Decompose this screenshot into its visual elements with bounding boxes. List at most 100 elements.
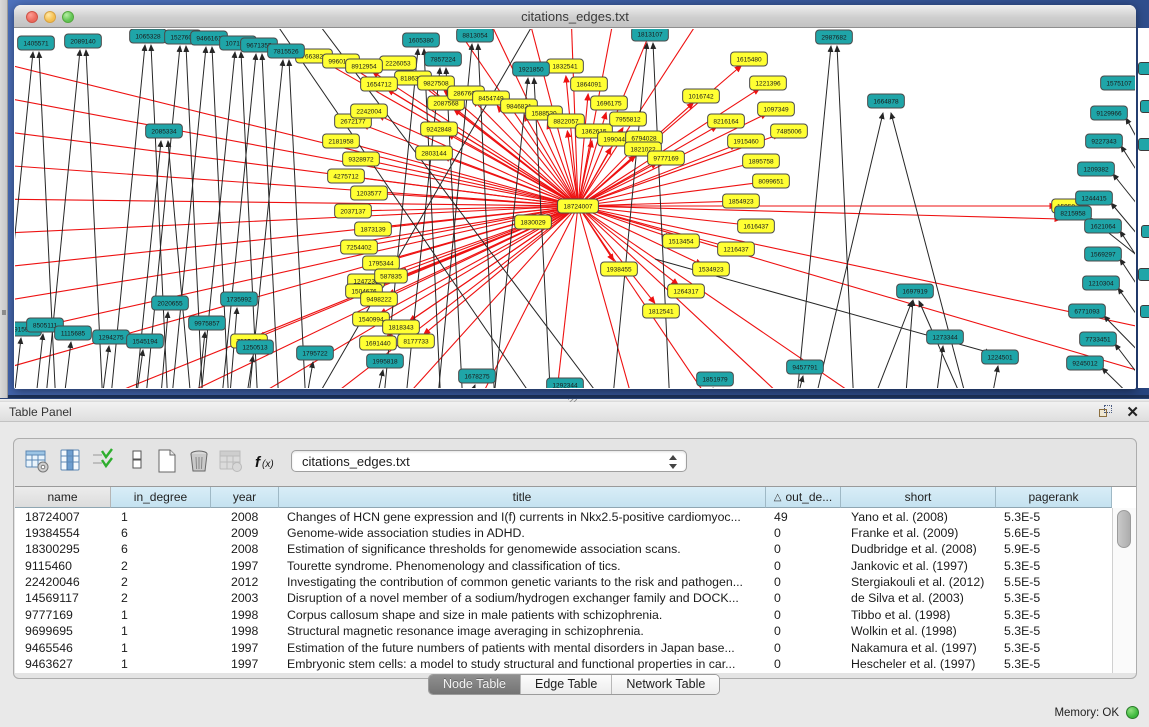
network-node[interactable]: 9457791 <box>787 360 824 374</box>
network-node[interactable]: 1065328 <box>130 29 167 43</box>
network-node[interactable]: 7733451 <box>1080 332 1117 346</box>
network-node[interactable]: 1691440 <box>360 336 397 350</box>
network-node[interactable]: 2181958 <box>323 134 360 148</box>
close-panel-icon[interactable]: ✕ <box>1126 403 1139 421</box>
network-node[interactable]: 1615480 <box>731 52 768 66</box>
table-selector-dropdown[interactable]: citations_edges.txt <box>291 450 687 472</box>
table-row[interactable]: 1456911722003Disruption of a novel membe… <box>15 590 1112 606</box>
network-node[interactable]: 1569297 <box>1085 247 1122 261</box>
column-visibility-icon[interactable] <box>58 448 84 474</box>
table-row[interactable]: 946554611997Estimation of the future num… <box>15 639 1112 655</box>
network-node[interactable]: 1203577 <box>351 186 388 200</box>
new-column-icon[interactable] <box>154 448 180 474</box>
network-node[interactable]: 1115685 <box>55 326 92 340</box>
network-node[interactable]: 9975857 <box>189 316 226 330</box>
table-row[interactable]: 1872400712008Changes of HCN gene express… <box>15 508 1112 524</box>
network-node[interactable]: 1250513 <box>237 340 274 354</box>
network-node[interactable] <box>1141 225 1149 238</box>
network-node[interactable]: 1513454 <box>663 234 700 248</box>
network-node[interactable]: 1995818 <box>367 354 404 368</box>
column-header-out_de[interactable]: △out_de... <box>766 487 841 508</box>
network-node[interactable]: 1616437 <box>738 219 775 233</box>
network-node[interactable]: 2020655 <box>152 296 189 310</box>
network-node[interactable]: 1812541 <box>643 304 680 318</box>
network-node[interactable] <box>1140 305 1149 318</box>
memory-ok-indicator[interactable] <box>1126 706 1139 719</box>
tab-node-table[interactable]: Node Table <box>429 675 521 694</box>
table-mode-icon[interactable] <box>24 448 50 474</box>
network-node[interactable]: 1097349 <box>758 102 795 116</box>
column-header-name[interactable]: name <box>15 487 111 508</box>
column-header-pagerank[interactable]: pagerank <box>996 487 1112 508</box>
network-window-titlebar[interactable]: citations_edges.txt <box>14 5 1136 28</box>
table-row[interactable]: 1938455462009Genome-wide association stu… <box>15 524 1112 540</box>
table-row[interactable]: 911546021997Tourette syndrome. Phenomeno… <box>15 557 1112 573</box>
network-node[interactable] <box>1140 100 1149 113</box>
network-node[interactable]: 9242848 <box>421 122 458 136</box>
network-node[interactable]: 1854923 <box>723 194 760 208</box>
network-node[interactable]: 8177733 <box>398 334 435 348</box>
network-node[interactable]: 9498222 <box>361 292 398 306</box>
network-node[interactable]: 1224501 <box>982 350 1019 364</box>
network-node[interactable]: 1210304 <box>1083 276 1120 290</box>
delete-table-icon[interactable] <box>218 448 244 474</box>
network-node[interactable]: 1735992 <box>221 292 258 306</box>
network-node[interactable]: 1795344 <box>363 256 400 270</box>
network-node[interactable]: 9129966 <box>1091 106 1128 120</box>
network-node[interactable]: 2037137 <box>335 204 372 218</box>
tab-edge-table[interactable]: Edge Table <box>521 675 612 694</box>
network-node[interactable]: 1621064 <box>1085 219 1122 233</box>
network-node[interactable]: 1273344 <box>927 330 964 344</box>
network-node[interactable]: 8216164 <box>708 114 745 128</box>
network-node[interactable]: 2803144 <box>416 146 453 160</box>
table-row[interactable]: 1830029562008Estimation of significance … <box>15 541 1112 557</box>
network-node[interactable]: 7254402 <box>341 240 378 254</box>
network-node[interactable]: 7955812 <box>610 112 647 126</box>
network-node[interactable]: 1221396 <box>750 76 787 90</box>
network-node[interactable]: 1697919 <box>897 284 934 298</box>
network-node[interactable]: 8099651 <box>753 174 790 188</box>
network-node[interactable]: 1209382 <box>1078 162 1115 176</box>
network-node[interactable]: 1851979 <box>697 372 734 386</box>
network-node[interactable]: 1873139 <box>355 222 392 236</box>
network-node[interactable]: 1813107 <box>632 29 669 41</box>
delete-column-icon[interactable] <box>186 448 212 474</box>
network-node[interactable]: 2089140 <box>65 34 102 48</box>
network-node[interactable]: 7485006 <box>771 124 808 138</box>
column-header-short[interactable]: short <box>841 487 996 508</box>
network-node[interactable]: 9245012 <box>1067 356 1104 370</box>
network-node[interactable]: 1795722 <box>297 346 334 360</box>
network-node[interactable] <box>1138 62 1149 75</box>
network-node[interactable]: 9328972 <box>343 152 380 166</box>
network-node[interactable]: 1654712 <box>361 77 398 91</box>
table-row[interactable]: 977716911998Corpus callosum shape and si… <box>15 606 1112 622</box>
network-node[interactable]: 1915460 <box>728 134 765 148</box>
column-header-year[interactable]: year <box>211 487 279 508</box>
network-node[interactable]: 1605380 <box>403 33 440 47</box>
network-node[interactable]: 1696175 <box>591 96 628 110</box>
table-row[interactable]: 969969511998Structural magnetic resonanc… <box>15 623 1112 639</box>
network-node[interactable]: 1545194 <box>127 334 164 348</box>
panel-collapse-handle[interactable] <box>2 310 6 315</box>
column-header-title[interactable]: title <box>279 487 766 508</box>
network-node[interactable]: 2987682 <box>816 30 853 44</box>
network-node[interactable]: 1678275 <box>459 369 496 383</box>
network-node[interactable]: 4275712 <box>328 169 365 183</box>
network-node[interactable]: 6771093 <box>1069 304 1106 318</box>
network-node[interactable]: 1294275 <box>93 330 130 344</box>
network-node[interactable]: 1216437 <box>718 242 755 256</box>
scrollbar-thumb[interactable] <box>1117 510 1131 548</box>
network-canvas[interactable]: 2672177218195893289724275712120357720371… <box>15 29 1135 388</box>
network-node[interactable]: 1664878 <box>868 94 905 108</box>
network-node[interactable]: 1292344 <box>547 378 584 388</box>
network-node[interactable]: 1921850 <box>513 62 550 76</box>
network-node[interactable]: 1264317 <box>668 284 705 298</box>
network-node[interactable]: 8215958 <box>1055 206 1092 220</box>
network-node[interactable]: 1016742 <box>683 89 720 103</box>
network-node[interactable]: 1895758 <box>743 154 780 168</box>
column-header-in_degree[interactable]: in_degree <box>111 487 211 508</box>
network-node[interactable]: 2226053 <box>380 56 417 70</box>
network-node[interactable]: 2242004 <box>351 104 388 118</box>
network-node[interactable]: 2085334 <box>146 124 183 138</box>
vertical-scrollbar[interactable] <box>1112 508 1136 673</box>
